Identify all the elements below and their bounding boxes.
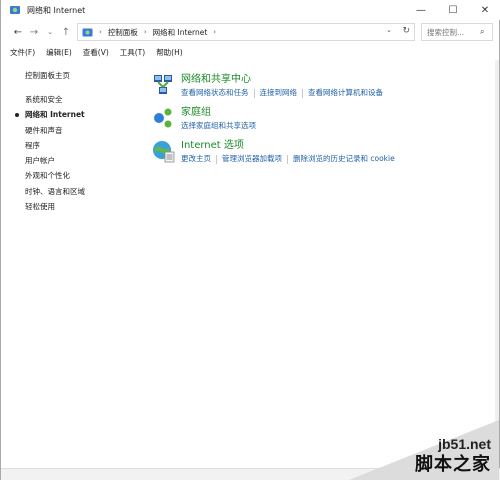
navigation-bar: ← → ⌄ ↑ › 控制面板 › 网络和 Internet › ⌄ ↻ ⌕ [1,22,500,42]
control-panel-window: 网络和 Internet — ☐ ✕ ← → ⌄ ↑ › 控制面板 › 网络和 … [0,0,500,480]
up-arrow-icon[interactable]: ↑ [59,25,73,39]
nav-item-network-internet[interactable]: 网络和 Internet [15,107,135,122]
chevron-right-icon: › [99,28,102,36]
category-network-sharing: 网络和共享中心 查看网络状态和任务 连接到网络 查看网络计算机和设备 [151,73,388,99]
nav-item-system-security[interactable]: 系统和安全 [25,92,135,107]
window-right-edge [495,60,499,468]
chevron-right-icon: › [213,28,217,36]
nav-item-programs[interactable]: 程序 [25,138,135,153]
link-view-network-computers[interactable]: 查看网络计算机和设备 [308,87,383,99]
link-connect-network[interactable]: 连接到网络 [260,87,298,99]
nav-item-user-accounts[interactable]: 用户帐户 [25,153,135,168]
nav-item-hardware-sound[interactable]: 硬件和声音 [25,123,135,138]
internet-options-icon[interactable] [151,139,175,163]
recent-locations-chevron-icon[interactable]: ⌄ [43,25,57,39]
category-title-network-sharing[interactable]: 网络和共享中心 [181,73,388,87]
breadcrumb-control-panel[interactable]: 控制面板 [108,27,138,38]
link-manage-addons[interactable]: 管理浏览器加载项 [222,153,282,165]
link-divider [216,155,217,164]
search-box[interactable]: ⌕ [421,23,493,41]
category-title-homegroup[interactable]: 家庭组 [181,106,261,120]
search-icon[interactable]: ⌕ [480,27,484,37]
menu-edit[interactable]: 编辑(E) [46,47,72,58]
menu-bar: 文件(F) 编辑(E) 查看(V) 工具(T) 帮助(H) [1,44,500,60]
title-bar[interactable]: 网络和 Internet — ☐ ✕ [1,0,500,20]
menu-tools[interactable]: 工具(T) [120,47,145,58]
nav-item-ease-of-access[interactable]: 轻松使用 [25,199,135,214]
search-input[interactable] [422,25,480,39]
link-divider [253,89,255,98]
window-title: 网络和 Internet [27,5,86,15]
breadcrumb-network-internet[interactable]: 网络和 Internet [153,27,208,38]
menu-view[interactable]: 查看(V) [83,47,109,58]
control-panel-location-icon [82,28,93,36]
homegroup-icon[interactable] [151,106,175,130]
control-panel-home-link[interactable]: 控制面板主页 [25,70,135,82]
link-divider [302,89,303,98]
category-internet-options: Internet 选项 更改主页 管理浏览器加载项 删除浏览的历史记录和 coo… [151,139,400,165]
address-bar[interactable]: › 控制面板 › 网络和 Internet › ⌄ ↻ [77,23,415,41]
maximize-button[interactable]: ☐ [437,0,469,20]
site-watermark: jb51.net 脚本之家 [349,420,499,480]
chevron-right-icon: › [143,28,147,36]
control-panel-app-icon [10,6,20,14]
category-homegroup: 家庭组 选择家庭组和共享选项 [151,106,261,132]
nav-item-clock-region[interactable]: 时钟、语言和区域 [25,184,135,199]
forward-arrow-icon[interactable]: → [27,25,41,39]
link-change-homepage[interactable]: 更改主页 [181,153,211,165]
watermark-name-text: 脚本之家 [415,454,491,475]
link-homegroup-sharing-options[interactable]: 选择家庭组和共享选项 [181,120,256,132]
link-delete-history-cookies[interactable]: 删除浏览的历史记录和 cookie [293,153,395,165]
nav-item-appearance[interactable]: 外观和个性化 [25,168,135,183]
back-arrow-icon[interactable]: ← [11,25,25,39]
link-view-network-status[interactable]: 查看网络状态和任务 [181,87,249,99]
refresh-icon[interactable]: ↻ [402,26,410,36]
link-divider [287,155,288,164]
close-button[interactable]: ✕ [469,0,500,20]
minimize-button[interactable]: — [405,0,437,20]
network-sharing-icon[interactable] [151,73,175,97]
menu-file[interactable]: 文件(F) [10,47,35,58]
menu-help[interactable]: 帮助(H) [156,47,183,58]
category-title-internet-options[interactable]: Internet 选项 [181,139,400,153]
address-dropdown-icon[interactable]: ⌄ [386,26,392,34]
left-navigation: 控制面板主页 系统和安全 网络和 Internet 硬件和声音 程序 用户帐户 … [15,70,135,214]
